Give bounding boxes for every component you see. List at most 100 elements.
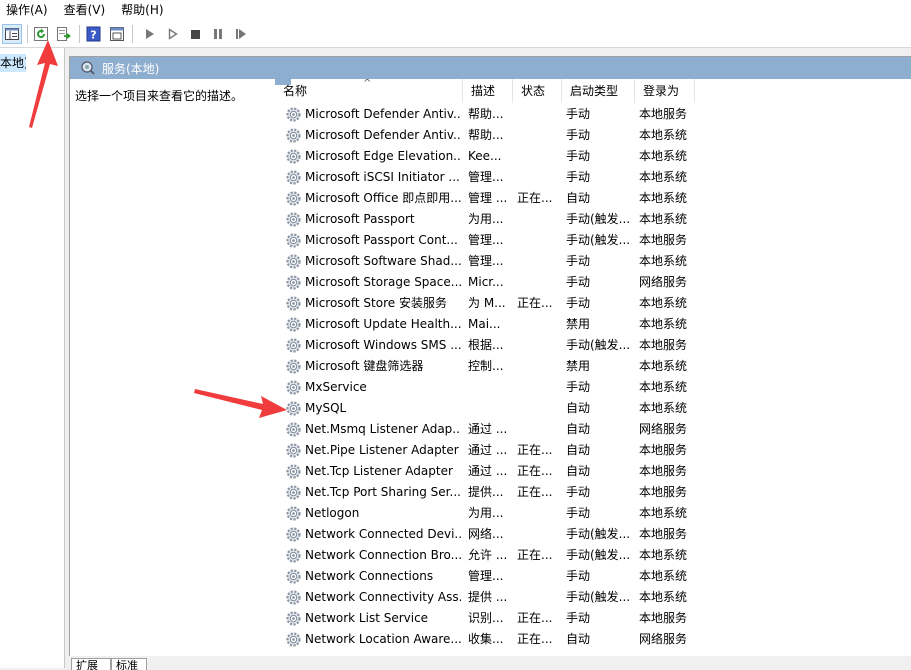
service-name: Network Connectivity Ass... [305, 590, 461, 604]
service-startup-type: 手动 [566, 254, 591, 268]
play-outline-icon[interactable] [164, 25, 182, 43]
service-row[interactable]: Network Location Aware... 收集... 正在... 自动 网络服… [275, 629, 911, 649]
service-row[interactable]: Net.Pipe Listener Adapter 通过 ... 正在... 自动 本地… [275, 440, 911, 461]
service-startup-type: 自动 [566, 191, 591, 205]
service-status [517, 419, 563, 440]
service-row[interactable]: MySQL 自动 本地系统 [275, 398, 911, 419]
service-name: Microsoft Office 即点即用... [305, 191, 461, 205]
service-status: 正在... [517, 443, 553, 457]
service-logon-as: 本地系统 [639, 170, 688, 184]
service-logon-as: 本地服务 [639, 464, 688, 478]
service-row[interactable]: Microsoft Defender Antiv... 帮助... 手动 本地服务 [275, 104, 911, 125]
service-row[interactable]: Network Connectivity Ass... 提供 ... 手动(触发..… [275, 587, 911, 608]
gear-icon [285, 547, 302, 564]
column-startup-label: 启动类型 [570, 84, 619, 98]
service-description: 收集... [468, 632, 504, 646]
service-startup-type: 手动 [566, 275, 591, 289]
tab-standard[interactable]: 标准 [111, 658, 147, 670]
service-description: 提供... [468, 485, 504, 499]
column-startup-type[interactable]: 启动类型 [562, 79, 635, 103]
gear-icon [285, 442, 302, 459]
stop-icon[interactable] [186, 25, 204, 43]
help-icon[interactable]: ? [85, 25, 103, 43]
service-row[interactable]: MxService 手动 本地系统 [275, 377, 911, 398]
tree-node-services-local[interactable]: 本地) [0, 54, 26, 72]
service-row[interactable]: Microsoft Storage Space... Micr... 手动 网络服务 [275, 272, 911, 293]
service-status: 正在... [517, 296, 553, 310]
service-row[interactable]: Network Connected Devi... 网络... 手动(触发... 本地… [275, 524, 911, 545]
service-startup-type: 手动 [566, 128, 591, 142]
column-name[interactable]: ^ 名称 [275, 79, 463, 103]
services-list: ^ 名称 描述 状态 启动类型 登录为 Microsoft Defender A… [275, 79, 911, 649]
service-row[interactable]: Microsoft Update Health... Mai... 禁用 本地系统 [275, 314, 911, 335]
restart-icon[interactable] [232, 25, 250, 43]
service-name: Net.Tcp Port Sharing Ser... [305, 485, 461, 499]
service-description [468, 377, 512, 398]
annotation-arrow-up [29, 40, 58, 128]
service-row[interactable]: Microsoft Software Shad... 管理... 手动 本地系统 [275, 251, 911, 272]
console-tree: 本地) [0, 48, 65, 668]
pause-icon[interactable] [209, 25, 227, 43]
service-logon-as: 本地服务 [639, 443, 688, 457]
service-logon-as: 本地系统 [639, 128, 688, 142]
service-startup-type: 自动 [566, 632, 591, 646]
service-name: Microsoft Passport Cont... [305, 233, 458, 247]
service-name: Microsoft Update Health... [305, 317, 461, 331]
tab-extended[interactable]: 扩展 [71, 658, 111, 670]
service-row[interactable]: Microsoft 键盘筛选器 控制... 禁用 本地系统 [275, 356, 911, 377]
service-status [517, 125, 563, 146]
service-description: 根据... [468, 338, 504, 352]
gear-icon [285, 148, 302, 165]
toolbar-separator [79, 25, 80, 43]
service-row[interactable]: Network Connection Bro... 允许 ... 正在... 手动(触… [275, 545, 911, 566]
service-logon-as: 本地服务 [639, 233, 688, 247]
column-logon-as[interactable]: 登录为 [635, 79, 695, 103]
service-row[interactable]: Network Connections 管理... 手动 本地系统 [275, 566, 911, 587]
service-name: Microsoft 键盘筛选器 [305, 359, 424, 373]
service-status [517, 503, 563, 524]
service-row[interactable]: Microsoft Store 安装服务 为 M... 正在... 手动 本地系统 [275, 293, 911, 314]
gear-icon [285, 127, 302, 144]
service-row[interactable]: Microsoft Edge Elevation... Kee... 手动 本地系统 [275, 146, 911, 167]
service-row[interactable]: Netlogon 为用... 手动 本地系统 [275, 503, 911, 524]
service-status [517, 272, 563, 293]
service-row[interactable]: Network List Service 识别... 正在... 手动 本地服务 [275, 608, 911, 629]
gear-icon [285, 211, 302, 228]
gear-icon [285, 526, 302, 543]
service-status [517, 314, 563, 335]
service-logon-as: 网络服务 [639, 275, 688, 289]
service-description: 网络... [468, 527, 504, 541]
service-row[interactable]: Microsoft Defender Antiv... 帮助... 手动 本地系统 [275, 125, 911, 146]
column-status[interactable]: 状态 [513, 79, 562, 103]
service-startup-type: 手动 [566, 107, 591, 121]
column-description[interactable]: 描述 [463, 79, 513, 103]
gear-icon [285, 316, 302, 333]
menu-action[interactable]: 操作(A) [0, 0, 56, 20]
console-tree-icon[interactable] [2, 24, 22, 44]
menu-view[interactable]: 查看(V) [56, 0, 114, 20]
gear-icon [285, 358, 302, 375]
gear-icon [285, 232, 302, 249]
service-row[interactable]: Net.Tcp Listener Adapter 通过 ... 正在... 自动 本地服… [275, 461, 911, 482]
service-description: 管理 ... [468, 191, 508, 205]
service-name: MySQL [305, 401, 347, 415]
service-row[interactable]: Microsoft Passport 为用... 手动(触发... 本地系统 [275, 209, 911, 230]
service-row[interactable]: Microsoft Office 即点即用... 管理 ... 正在... 自动 本地系… [275, 188, 911, 209]
service-row[interactable]: Microsoft Windows SMS ... 根据... 手动(触发... 本地… [275, 335, 911, 356]
description-panel: 选择一个项目来查看它的描述。 [70, 79, 275, 649]
service-row[interactable]: Microsoft iSCSI Initiator ... 管理... 手动 本地系统 [275, 167, 911, 188]
service-name: Network Location Aware... [305, 632, 461, 646]
column-logon-label: 登录为 [643, 84, 680, 98]
service-row[interactable]: Net.Msmq Listener Adap... 通过 ... 自动 网络服务 [275, 419, 911, 440]
service-name: Net.Pipe Listener Adapter [305, 443, 459, 457]
service-logon-as: 本地服务 [639, 107, 688, 121]
service-row[interactable]: Microsoft Passport Cont... 管理... 手动(触发... 本… [275, 230, 911, 251]
service-description: 为 M... [468, 296, 506, 310]
service-row[interactable]: Net.Tcp Port Sharing Ser... 提供... 正在... 手动 本… [275, 482, 911, 503]
menu-help[interactable]: 帮助(H) [113, 0, 171, 20]
service-startup-type: 禁用 [566, 359, 591, 373]
column-description-label: 描述 [471, 84, 496, 98]
properties-icon[interactable] [108, 25, 126, 43]
service-logon-as: 本地系统 [639, 359, 688, 373]
play-icon[interactable] [141, 25, 159, 43]
